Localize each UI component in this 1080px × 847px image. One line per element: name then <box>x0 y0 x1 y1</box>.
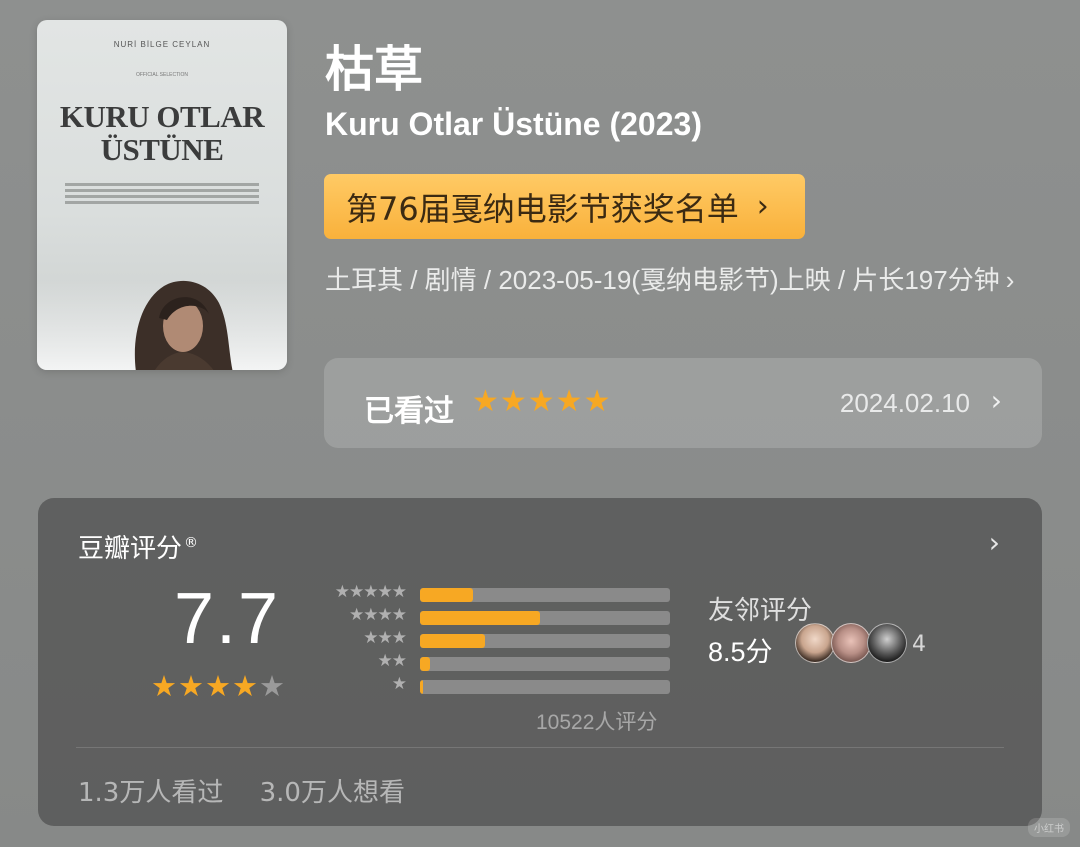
friends-count: 4 <box>912 632 926 657</box>
watched-count[interactable]: 1.3万人看过 <box>78 778 223 808</box>
movie-meta-link[interactable]: 土耳其 / 剧情 / 2023-05-19(戛纳电影节)上映 / 片长197分钟… <box>325 258 1045 302</box>
rating-dist-fill <box>420 588 473 602</box>
avatar <box>831 623 871 663</box>
chevron-right-icon: › <box>990 384 1002 417</box>
rating-dist-track <box>420 588 670 602</box>
friends-rating-label: 友邻评分 <box>708 596 813 626</box>
my-rating-stars: ★★★★★ <box>472 384 612 419</box>
poster-figure <box>134 280 233 370</box>
watch-stats: 1.3万人看过 3.0万人想看 <box>78 772 433 809</box>
festival-awards-button[interactable]: 第76届戛纳电影节获奖名单 › <box>324 174 805 239</box>
chevron-right-icon: › <box>756 189 769 224</box>
star-icon: ★★★★ <box>151 669 259 703</box>
divider <box>76 747 1004 748</box>
avatar <box>867 623 907 663</box>
poster-director: NURİ BİLGE CEYLAN <box>113 40 211 49</box>
my-rating-card[interactable]: 已看过 ★★★★★ 2024.02.10 › <box>324 358 1042 448</box>
rating-dist-row: ★★★★ <box>318 605 670 625</box>
want-count[interactable]: 3.0万人想看 <box>260 778 405 808</box>
movie-original-title: Kuru Otlar Üstüne (2023) <box>325 106 702 142</box>
rating-dist-fill <box>420 657 430 671</box>
poster-credits <box>65 180 259 207</box>
rating-title-text: 豆瓣评分 <box>78 534 183 564</box>
movie-title: 枯草 <box>325 41 424 98</box>
registered-mark: ® <box>184 535 199 552</box>
rating-dist-fill <box>420 611 540 625</box>
rating-dist-label: ★ <box>391 674 407 694</box>
rating-dist-row: ★★★★★ <box>318 582 670 602</box>
rating-dist-row: ★★★ <box>318 628 670 648</box>
watermark: 小红书 <box>1028 818 1070 837</box>
rating-dist-track <box>420 611 670 625</box>
star-icon: ★ <box>259 669 286 703</box>
rating-stars: ★★★★★ <box>151 669 286 703</box>
rating-dist-track <box>420 634 670 648</box>
avatar <box>795 623 835 663</box>
rating-dist-label: ★★★★ <box>349 605 407 625</box>
watched-date: 2024.02.10 <box>839 388 970 418</box>
poster-title: KURU OTLAR ÜSTÜNE <box>37 100 287 166</box>
rating-dist-track <box>420 657 670 671</box>
movie-meta: 土耳其 / 剧情 / 2023-05-19(戛纳电影节)上映 / 片长197分钟 <box>325 265 1000 295</box>
rating-score: 7.7 <box>174 579 281 659</box>
poster-selection: OFFICIAL SELECTION <box>135 72 189 78</box>
rating-dist-row: ★★ <box>318 651 670 671</box>
movie-poster[interactable]: NURİ BİLGE CEYLAN OFFICIAL SELECTION KUR… <box>37 20 287 370</box>
rating-dist-track <box>420 680 670 694</box>
rating-dist-row: ★ <box>318 674 670 694</box>
friends-rating-score: 8.5分 <box>708 637 773 667</box>
rating-title: 豆瓣评分 ® <box>78 528 198 565</box>
poster-title-line2: ÜSTÜNE <box>100 132 224 167</box>
rating-dist-fill <box>420 680 423 694</box>
festival-awards-label: 第76届戛纳电影节获奖名单 <box>346 189 739 228</box>
watched-label: 已看过 <box>364 394 454 429</box>
rating-dist-fill <box>420 634 485 648</box>
rating-dist-label: ★★★★★ <box>334 582 407 602</box>
poster-title-line1: KURU OTLAR <box>59 99 265 134</box>
chevron-right-icon[interactable]: › <box>989 526 1000 559</box>
rating-dist-label: ★★ <box>377 651 408 671</box>
rating-dist-label: ★★★ <box>363 628 407 648</box>
rating-count: 10522人评分 <box>536 711 658 734</box>
chevron-right-icon: › <box>1005 265 1015 295</box>
douban-rating-card[interactable]: 豆瓣评分 ® › 7.7 ★★★★★ ★★★★★ ★★★★ ★★★ ★★ ★ 10… <box>38 498 1042 826</box>
